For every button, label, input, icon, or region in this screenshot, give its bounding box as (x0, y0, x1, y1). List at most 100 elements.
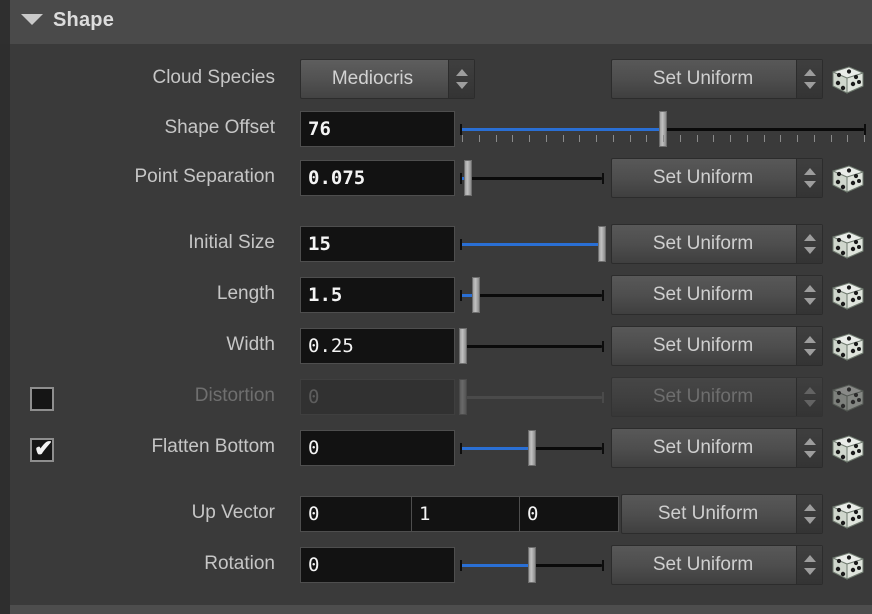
set-uniform-button-up-vector[interactable]: Set Uniform (621, 494, 823, 534)
slider-handle-initial-size[interactable] (598, 226, 606, 262)
spinner-down-arrow-icon[interactable] (804, 247, 816, 254)
set-uniform-button-length[interactable]: Set Uniform (611, 275, 823, 315)
spinner-updown-icon[interactable] (448, 60, 474, 98)
slider-initial-size[interactable] (458, 226, 606, 262)
checkbox-flatten-bottom[interactable]: ✔ (30, 437, 54, 462)
page-title: Shape (53, 9, 115, 31)
dice-icon-point-separation[interactable] (825, 164, 869, 194)
slider-distortion[interactable] (458, 379, 606, 415)
spinner-down-arrow-icon[interactable] (804, 400, 816, 407)
field-up-vector-0[interactable]: 0 (300, 496, 414, 532)
slider-track-width[interactable] (462, 345, 602, 348)
slider-cap-right-width (602, 341, 604, 352)
spinner-updown-icon[interactable] (796, 429, 822, 467)
slider-cap-right-length (602, 290, 604, 301)
dropdown-cloud-species[interactable]: Mediocris (300, 59, 475, 99)
field-rotation[interactable]: 0 (300, 547, 455, 583)
triangle-down-icon[interactable] (21, 14, 43, 25)
spinner-up-arrow-icon[interactable] (456, 69, 468, 76)
spinner-up-arrow-icon[interactable] (804, 555, 816, 562)
label-distortion: Distortion (194, 385, 275, 406)
spinner-down-arrow-icon[interactable] (804, 181, 816, 188)
spinner-down-arrow-icon[interactable] (804, 451, 816, 458)
spinner-updown-icon[interactable] (796, 60, 822, 98)
dice-icon-up-vector[interactable] (825, 500, 869, 530)
spinner-up-arrow-icon[interactable] (804, 168, 816, 175)
dice-icon-initial-size[interactable] (825, 230, 869, 260)
field-shape-offset[interactable]: 76 (300, 111, 455, 147)
slider-handle-distortion[interactable] (459, 379, 468, 415)
field-initial-size[interactable]: 15 (300, 226, 455, 262)
slider-track-length[interactable] (462, 294, 602, 297)
checkbox-distortion[interactable] (30, 387, 54, 411)
label-point-separation: Point Separation (134, 166, 276, 187)
spinner-down-arrow-icon[interactable] (804, 298, 816, 305)
slider-point-separation[interactable] (458, 160, 606, 196)
spinner-updown-icon[interactable] (796, 495, 822, 533)
dice-icon-distortion[interactable] (825, 383, 869, 413)
field-length[interactable]: 1.5 (300, 277, 455, 313)
spinner-down-arrow-icon[interactable] (804, 82, 816, 89)
spinner-up-arrow-icon[interactable] (804, 234, 816, 241)
label-width: Width (226, 334, 275, 355)
slider-track-point-separation[interactable] (462, 177, 602, 180)
spinner-updown-icon[interactable] (796, 276, 822, 314)
spinner-updown-icon[interactable] (796, 159, 822, 197)
set-uniform-label-flatten-bottom: Set Uniform (652, 437, 754, 458)
spinner-up-arrow-icon[interactable] (804, 336, 816, 343)
value-initial-size: 15 (308, 233, 331, 255)
field-up-vector-1[interactable]: 1 (411, 496, 521, 532)
dice-icon-flatten-bottom[interactable] (825, 434, 869, 464)
dice-icon-cloud-species[interactable] (825, 65, 869, 95)
slider-track-distortion[interactable] (462, 396, 602, 399)
spinner-down-arrow-icon[interactable] (456, 82, 468, 89)
label-flatten-bottom: Flatten Bottom (151, 436, 275, 457)
value-up-vector-0: 0 (308, 503, 320, 525)
spinner-up-arrow-icon[interactable] (804, 285, 816, 292)
panel-footer-strip (10, 605, 872, 614)
set-uniform-button-flatten-bottom[interactable]: Set Uniform (611, 428, 823, 468)
spinner-down-arrow-icon[interactable] (804, 568, 816, 575)
set-uniform-button-point-separation[interactable]: Set Uniform (611, 158, 823, 198)
slider-handle-length[interactable] (472, 277, 480, 313)
slider-width[interactable] (458, 328, 606, 364)
spinner-updown-icon[interactable] (796, 225, 822, 263)
label-shape-offset: Shape Offset (164, 117, 275, 138)
dice-icon-width[interactable] (825, 332, 869, 362)
spinner-updown-icon[interactable] (796, 546, 822, 584)
field-distortion[interactable]: 0 (300, 379, 455, 415)
slider-cap-left-point-separation (460, 173, 462, 184)
slider-handle-point-separation[interactable] (463, 160, 472, 196)
field-width[interactable]: 0.25 (300, 328, 455, 364)
spinner-down-arrow-icon[interactable] (804, 517, 816, 524)
spinner-up-arrow-icon[interactable] (804, 504, 816, 511)
set-uniform-button-rotation[interactable]: Set Uniform (611, 545, 823, 585)
slider-length[interactable] (458, 277, 606, 313)
slider-handle-width[interactable] (459, 328, 468, 364)
slider-handle-flatten-bottom[interactable] (528, 430, 536, 466)
spinner-up-arrow-icon[interactable] (804, 387, 816, 394)
spinner-updown-icon[interactable] (796, 327, 822, 365)
slider-handle-rotation[interactable] (528, 547, 536, 583)
set-uniform-button-initial-size[interactable]: Set Uniform (611, 224, 823, 264)
value-width: 0.25 (308, 335, 354, 357)
dice-icon-length[interactable] (825, 281, 869, 311)
slider-shape-offset[interactable] (458, 111, 868, 147)
set-uniform-button-width[interactable]: Set Uniform (611, 326, 823, 366)
spinner-updown-icon[interactable] (796, 378, 822, 416)
field-point-separation[interactable]: 0.075 (300, 160, 455, 196)
spinner-up-arrow-icon[interactable] (804, 438, 816, 445)
spinner-up-arrow-icon[interactable] (804, 69, 816, 76)
field-flatten-bottom[interactable]: 0 (300, 430, 455, 466)
slider-rotation[interactable] (458, 547, 606, 583)
spinner-down-arrow-icon[interactable] (804, 349, 816, 356)
dice-icon-rotation[interactable] (825, 551, 869, 581)
shape-section-header[interactable]: Shape (10, 0, 872, 45)
dropdown-value-cloud-species: Mediocris (331, 68, 414, 89)
slider-flatten-bottom[interactable] (458, 430, 606, 466)
field-up-vector-2[interactable]: 0 (519, 496, 619, 532)
slider-cap-left-initial-size (460, 239, 462, 250)
slider-cap-right-distortion (602, 392, 604, 403)
set-uniform-button-cloud-species[interactable]: Set Uniform (611, 59, 823, 99)
set-uniform-button-distortion[interactable]: Set Uniform (611, 377, 823, 417)
